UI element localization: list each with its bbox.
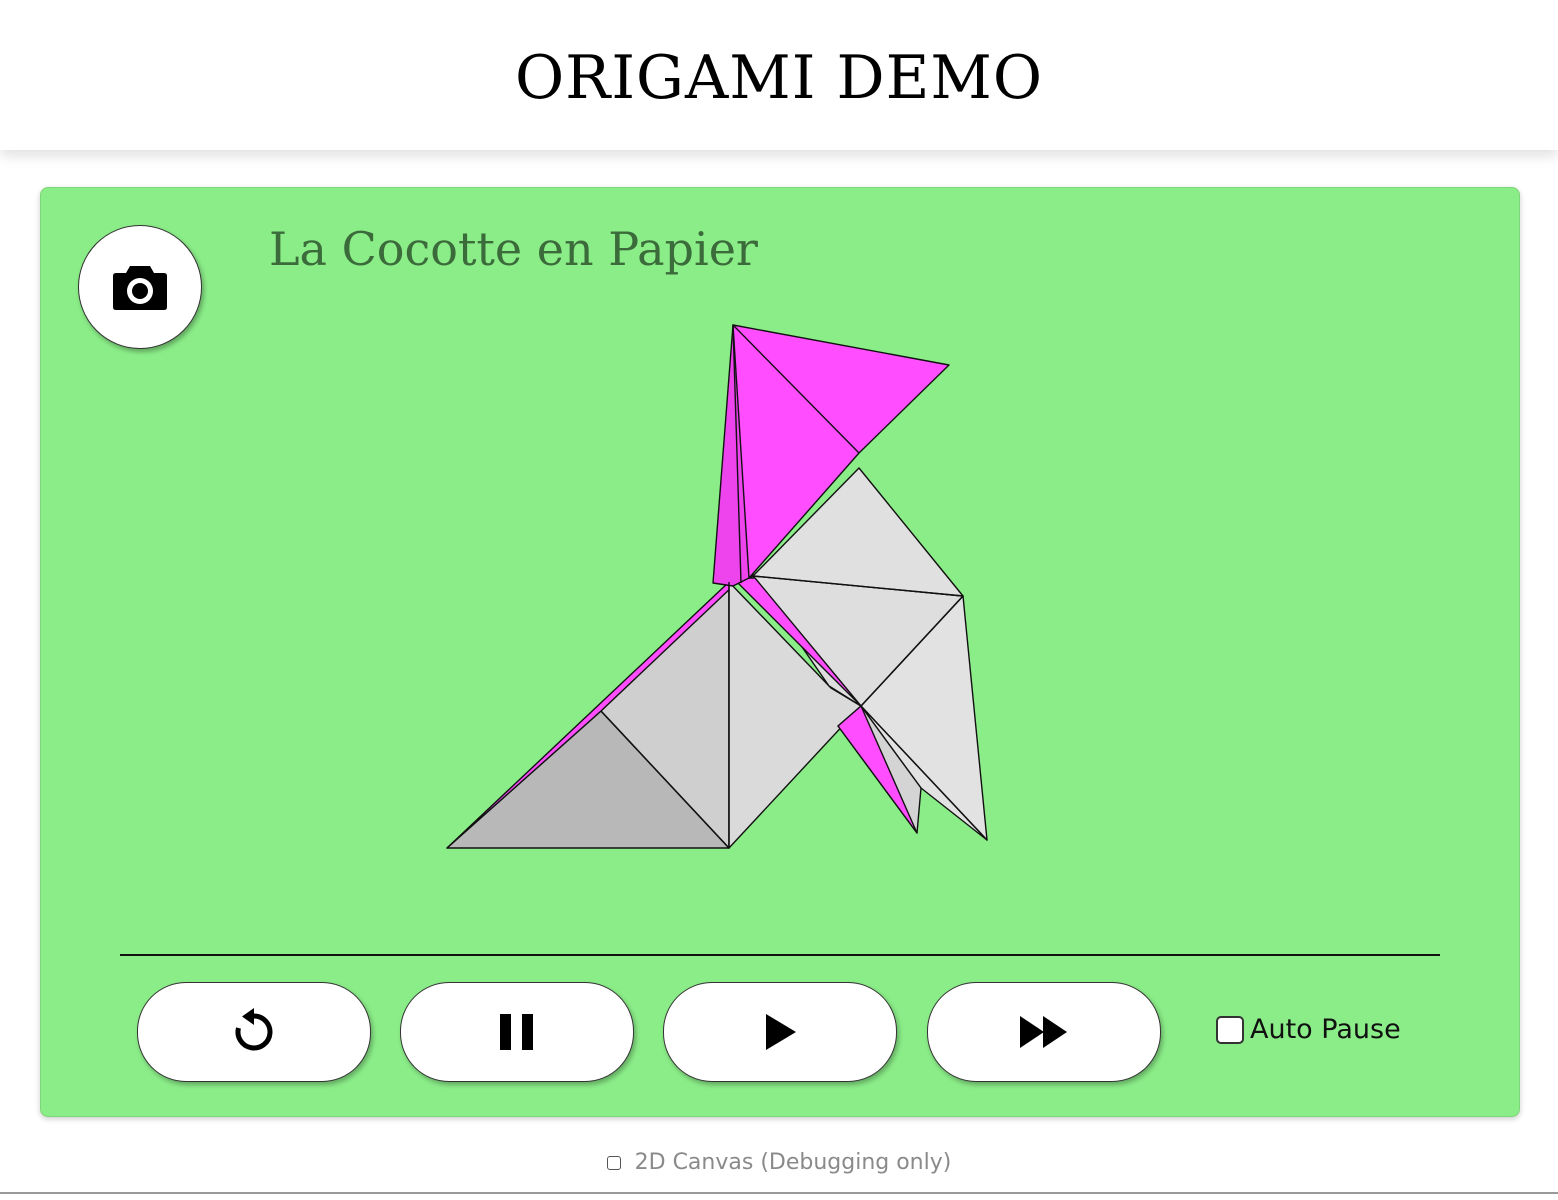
page-header: ORIGAMI DEMO — [0, 0, 1558, 150]
page-title: ORIGAMI DEMO — [514, 43, 1044, 113]
origami-viewer-panel: La Cocotte en Papier Auto Pause — [40, 187, 1520, 1117]
fast-forward-button[interactable] — [927, 982, 1161, 1082]
model-title: La Cocotte en Papier — [269, 222, 758, 276]
origami-3d-canvas[interactable] — [41, 188, 1519, 948]
page-bottom-divider — [0, 1192, 1558, 1194]
camera-icon — [113, 266, 167, 310]
auto-pause-toggle[interactable]: Auto Pause — [1216, 1014, 1401, 1045]
progress-divider — [120, 954, 1440, 956]
fast-forward-icon — [1020, 1016, 1067, 1048]
pause-button[interactable] — [400, 982, 634, 1082]
reset-icon — [235, 1008, 273, 1051]
auto-pause-label: Auto Pause — [1250, 1014, 1401, 1045]
auto-pause-checkbox[interactable] — [1216, 1015, 1244, 1044]
screenshot-button[interactable] — [78, 225, 202, 349]
play-icon — [766, 1014, 796, 1050]
debug-canvas-checkbox[interactable] — [606, 1155, 621, 1170]
pause-icon — [500, 1014, 533, 1050]
debug-canvas-toggle[interactable]: 2D Canvas (Debugging only) — [0, 1150, 1558, 1175]
reset-button[interactable] — [137, 982, 371, 1082]
play-button[interactable] — [663, 982, 897, 1082]
debug-canvas-label: 2D Canvas (Debugging only) — [634, 1150, 952, 1175]
